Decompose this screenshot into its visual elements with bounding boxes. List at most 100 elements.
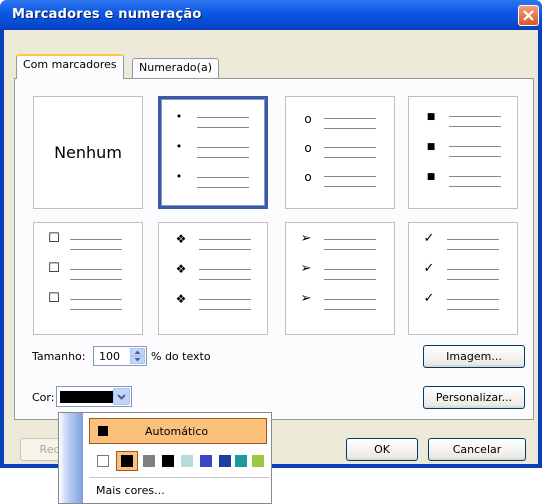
swatch-black[interactable] [121,455,133,467]
ok-button-label: OK [374,443,390,456]
diamond-bullet-icon: ❖ [175,232,187,246]
dot-bullet-icon: • [175,110,183,123]
diamond-bullet-icon: ❖ [175,262,187,276]
text-line [324,118,376,119]
text-line [324,176,376,177]
swatch-dark-blue[interactable] [219,455,231,467]
selected-color-swatch [60,391,114,403]
dot-bullet-icon: • [175,140,183,153]
swatch-white[interactable] [97,455,109,467]
dot-bullet-icon: • [175,170,183,183]
text-line [199,249,251,250]
menu-separator [89,477,269,478]
circle-bullet-icon: o [304,112,312,126]
cancel-button-label: Cancelar [452,443,502,456]
swatch-black-2[interactable] [162,455,174,467]
bullet-style-dot[interactable]: • • • [158,96,268,209]
text-line [324,147,376,148]
size-suffix: % do texto [151,350,211,363]
text-line [197,127,249,128]
swatch-teal[interactable] [235,455,247,467]
text-line [197,187,249,188]
text-line [447,299,499,300]
square-bullet-icon: ■ [426,112,436,122]
customize-button[interactable]: Personalizar... [423,386,525,409]
text-line [199,269,251,270]
text-line [70,309,122,310]
text-line [199,279,251,280]
circle-bullet-icon: o [304,170,312,184]
menu-item-automatic-label: Automático [145,425,209,438]
text-line [447,279,499,280]
customize-button-label: Personalizar... [435,391,513,404]
checkmark-bullet-icon: ✓ [423,231,435,246]
cancel-button[interactable]: Cancelar [428,438,526,461]
text-line [449,126,501,127]
dialog-title: Marcadores e numeração [12,7,202,22]
hollow-square-bullet-icon: ☐ [48,231,60,246]
text-line [70,269,122,270]
text-line [197,177,249,178]
bullet-style-arrow[interactable]: ➢ ➢ ➢ [285,222,395,335]
none-label: Nenhum [54,143,122,162]
image-button[interactable]: Imagem... [423,345,525,368]
diamond-bullet-icon: ❖ [175,292,187,306]
tab-numbered[interactable]: Numerado(a) [132,58,219,78]
bullet-style-square[interactable]: ■ ■ ■ [408,96,518,209]
text-line [324,269,376,270]
text-line [324,309,376,310]
swatch-blue[interactable] [200,455,212,467]
color-dropdown[interactable] [56,386,132,407]
text-line [324,279,376,280]
bullet-style-none[interactable]: Nenhum [33,96,143,209]
text-line [449,146,501,147]
chevron-down-icon[interactable] [113,388,130,405]
text-line [197,147,249,148]
text-line [447,269,499,270]
text-line [324,128,376,129]
square-bullet-icon: ■ [426,172,436,182]
text-line [447,249,499,250]
color-label: Cor: [32,391,55,404]
text-line [70,239,122,240]
size-spin-buttons[interactable] [130,348,145,364]
size-label: Tamanho: [32,350,86,363]
hollow-square-bullet-icon: ☐ [48,291,60,306]
image-button-label: Imagem... [446,350,502,363]
text-line [324,249,376,250]
text-line [447,239,499,240]
swatch-green[interactable] [252,455,264,467]
text-line [449,156,501,157]
bullet-style-circle[interactable]: o o o [285,96,395,209]
menu-item-more-colors[interactable]: Mais cores... [96,484,165,497]
size-spinner[interactable]: 100 [93,346,147,366]
text-line [324,157,376,158]
color-menu: Automático Mais cores... [58,412,272,504]
text-line [449,176,501,177]
tab-numbered-label: Numerado(a) [139,61,212,74]
size-value: 100 [99,350,120,363]
spin-up-icon[interactable] [130,348,145,356]
arrow-bullet-icon: ➢ [300,231,312,246]
title-bar[interactable]: Marcadores e numeração [0,0,542,30]
checkmark-bullet-icon: ✓ [423,261,435,276]
swatch-gray[interactable] [143,455,155,467]
menu-side-strip [59,413,83,503]
spin-down-icon[interactable] [130,356,145,364]
text-line [197,117,249,118]
text-line [197,157,249,158]
text-line [199,309,251,310]
text-line [199,239,251,240]
menu-item-automatic[interactable]: Automático [89,418,267,444]
close-icon [523,10,534,21]
bullet-style-diamond[interactable]: ❖ ❖ ❖ [158,222,268,335]
ok-button[interactable]: OK [346,438,418,461]
close-button[interactable] [518,5,539,26]
text-line [199,299,251,300]
text-line [70,249,122,250]
text-line [324,239,376,240]
bullet-style-checkmark[interactable]: ✓ ✓ ✓ [408,222,518,335]
bullet-style-hollow-square[interactable]: ☐ ☐ ☐ [33,222,143,335]
swatch-light-teal[interactable] [181,455,193,467]
tab-bulleted[interactable]: Com marcadores [16,54,124,79]
